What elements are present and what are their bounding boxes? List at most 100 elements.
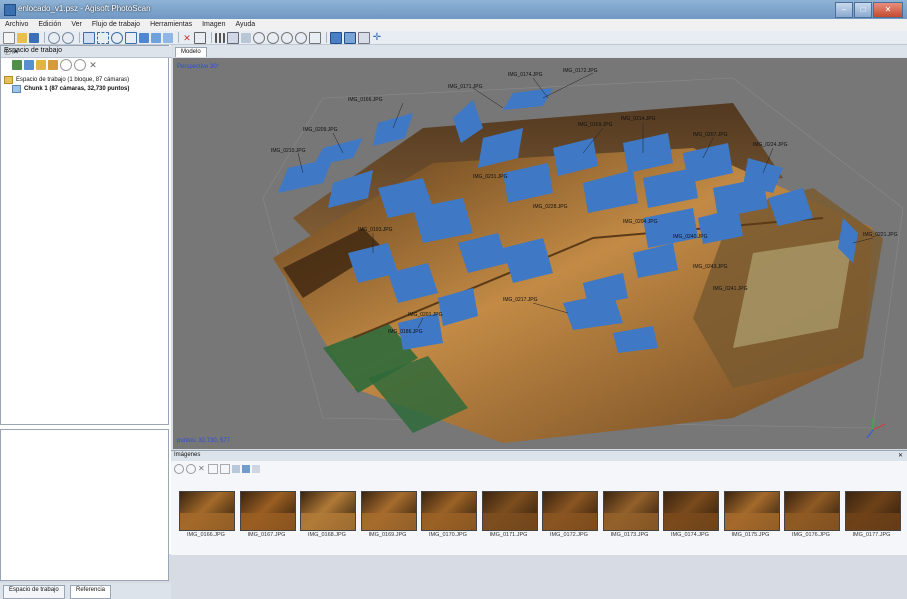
circle-select-icon[interactable]: [111, 31, 123, 44]
show-cameras-icon[interactable]: [330, 31, 342, 44]
image-thumbnail[interactable]: [481, 491, 538, 531]
show-region-icon[interactable]: [344, 31, 356, 44]
perspective-label: Perspective 30°: [177, 64, 220, 70]
camera-label: IMG_0224.JPG: [753, 142, 788, 148]
thumbnail-floor: [240, 512, 295, 530]
disable-icon[interactable]: [74, 58, 86, 71]
image-thumbnail[interactable]: [784, 491, 840, 531]
image-thumbnail[interactable]: [602, 491, 659, 531]
lasso-select-icon[interactable]: [97, 31, 109, 44]
tab-model[interactable]: Modelo: [175, 47, 207, 57]
new-file-icon[interactable]: [3, 31, 15, 44]
rotate-left-icon[interactable]: [208, 464, 218, 474]
menu-archivo[interactable]: Archivo: [0, 19, 33, 31]
thumbnail-view-icon[interactable]: [242, 465, 250, 473]
camera-label: IMG_0166.JPG: [348, 97, 383, 103]
chunk-icon: [12, 84, 21, 93]
image-thumbnail[interactable]: [179, 491, 235, 531]
workspace-toolbar: ✕: [1, 58, 172, 71]
points-count-label: puntos: 32,730, 577: [177, 438, 231, 444]
toolbar-separator: [79, 32, 80, 43]
undo-icon[interactable]: [48, 31, 60, 44]
redo-icon[interactable]: [62, 31, 74, 44]
image-thumbnail[interactable]: [239, 491, 296, 531]
thumbnail-floor: [664, 512, 718, 530]
camera-label: IMG_0172.JPG: [563, 68, 598, 74]
model-viewport[interactable]: IMG_0171.JPG IMG_0172.JPG IMG_0174.JPG I…: [173, 58, 907, 449]
crop-icon[interactable]: [194, 31, 206, 44]
add-chunk-icon[interactable]: [12, 59, 22, 70]
menu-imagen[interactable]: Imagen: [197, 19, 230, 31]
import-icon[interactable]: [48, 59, 58, 70]
thumbnail-label: IMG_0177.JPG: [852, 532, 891, 538]
images-header: Imágenes ✕: [171, 451, 907, 461]
workspace-header-controls[interactable]: ⓟ ✕: [4, 47, 168, 57]
enable-camera-icon[interactable]: [174, 464, 184, 474]
toolbar-separator: [211, 32, 212, 43]
camera-label: IMG_0171.JPG: [448, 84, 483, 90]
reset-view-icon[interactable]: [309, 31, 321, 44]
delete-icon[interactable]: ✕: [182, 33, 192, 43]
open-folder-icon[interactable]: [17, 32, 27, 43]
save-icon[interactable]: [29, 32, 39, 43]
thumbnail-label: IMG_0173.JPG: [610, 532, 649, 538]
image-thumbnail[interactable]: [421, 491, 477, 531]
free-select-icon[interactable]: [125, 31, 137, 44]
thumbnail-label: IMG_0166.JPG: [187, 532, 225, 538]
title-bar: enlocado_v1.psz - Agisoft PhotoScan – □ …: [0, 0, 907, 19]
remove-camera-icon[interactable]: ✕: [198, 465, 206, 473]
thumbnail-label: IMG_0171.JPG: [489, 532, 528, 538]
menu-edicion[interactable]: Edición: [33, 19, 66, 31]
tree-chunk[interactable]: Chunk 1 (87 cámaras, 32,730 puntos): [4, 84, 129, 93]
rotate-icon[interactable]: [151, 32, 161, 43]
camera-plane-5[interactable]: [278, 158, 333, 193]
minimize-button[interactable]: –: [835, 2, 853, 18]
rotate-right-icon[interactable]: [220, 464, 230, 474]
tab-workspace[interactable]: Espacio de trabajo: [3, 585, 65, 599]
camera-plane-1[interactable]: [503, 88, 553, 110]
model-canvas: IMG_0171.JPG IMG_0172.JPG IMG_0174.JPG I…: [262, 68, 904, 443]
solid-icon[interactable]: [267, 31, 279, 44]
tree-root[interactable]: Espacio de trabajo (1 bloque, 87 cámaras…: [4, 75, 129, 84]
image-thumbnail[interactable]: [723, 491, 780, 531]
menu-ver[interactable]: Ver: [66, 19, 87, 31]
close-button[interactable]: ✕: [873, 2, 903, 18]
grid-icon[interactable]: [215, 32, 225, 43]
tab-reference[interactable]: Referencia: [70, 585, 112, 599]
mask-icon[interactable]: [232, 465, 240, 473]
left-panel: Espacio de trabajo ⓟ ✕ ✕ Espacio de trab…: [0, 45, 172, 599]
point-cloud-icon[interactable]: [227, 31, 239, 44]
move-icon[interactable]: [139, 32, 149, 43]
menu-herramientas[interactable]: Herramientas: [145, 19, 197, 31]
toolbar-separator: [44, 32, 45, 43]
show-trackball-icon[interactable]: [358, 31, 370, 44]
list-view-icon[interactable]: [252, 465, 260, 473]
thumbnail-floor: [361, 512, 416, 530]
shaded-icon[interactable]: [253, 31, 265, 44]
crosshair-icon[interactable]: ✛: [372, 32, 382, 43]
maximize-button[interactable]: □: [854, 2, 872, 18]
thumbnail-label: IMG_0168.JPG: [308, 532, 346, 538]
wireframe-icon[interactable]: [281, 31, 293, 44]
menu-flujo-de-trabajo[interactable]: Flujo de trabajo: [87, 19, 145, 31]
menu-ayuda[interactable]: Ayuda: [230, 19, 260, 31]
camera-label: IMG_0169.JPG: [578, 122, 613, 128]
navigation-icon[interactable]: [163, 32, 173, 43]
textured-icon[interactable]: [295, 31, 307, 44]
add-photos-icon[interactable]: [24, 59, 34, 70]
camera-label: IMG_0204.JPG: [623, 219, 658, 225]
dense-cloud-icon[interactable]: [241, 32, 251, 43]
enable-icon[interactable]: [60, 58, 72, 71]
disable-camera-icon[interactable]: [186, 464, 196, 474]
reference-pane: [0, 429, 169, 581]
add-folder-icon[interactable]: [36, 59, 46, 70]
rect-select-icon[interactable]: [83, 31, 95, 44]
image-thumbnail[interactable]: [663, 491, 719, 531]
image-thumbnail[interactable]: [360, 491, 417, 531]
remove-icon[interactable]: ✕: [88, 60, 98, 70]
tree-chunk-label: Chunk 1 (87 cámaras, 32,730 puntos): [24, 85, 130, 92]
images-close-button[interactable]: ✕: [898, 452, 903, 459]
image-thumbnail[interactable]: [542, 491, 598, 531]
image-thumbnail[interactable]: [300, 491, 356, 531]
image-thumbnail[interactable]: [844, 491, 901, 531]
